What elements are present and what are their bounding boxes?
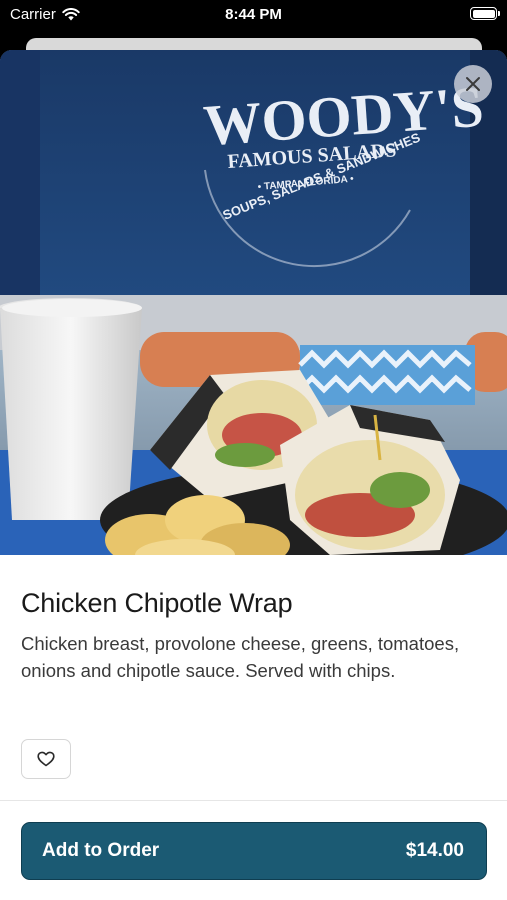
status-bar: Carrier 8:44 PM bbox=[0, 0, 507, 30]
status-time: 8:44 PM bbox=[225, 6, 282, 23]
close-button[interactable] bbox=[454, 65, 492, 103]
heart-outline-icon bbox=[37, 751, 55, 767]
item-title: Chicken Chipotle Wrap bbox=[21, 588, 293, 618]
hero-illustration: WOODY'S FAMOUS SALADS • TAMPA, FLORIDA •… bbox=[0, 50, 507, 555]
add-to-order-button[interactable]: Add to Order $14.00 bbox=[21, 822, 487, 880]
favorite-button[interactable] bbox=[21, 739, 71, 779]
order-price: $14.00 bbox=[405, 840, 464, 861]
item-detail-sheet: WOODY'S FAMOUS SALADS • TAMPA, FLORIDA •… bbox=[0, 50, 507, 900]
item-description: Chicken breast, provolone cheese, greens… bbox=[21, 633, 460, 681]
close-icon bbox=[466, 77, 480, 91]
item-photo: WOODY'S FAMOUS SALADS • TAMPA, FLORIDA •… bbox=[0, 50, 507, 555]
add-to-order-label: Add to Order bbox=[42, 840, 160, 861]
divider bbox=[0, 800, 507, 801]
battery-icon bbox=[470, 7, 500, 20]
